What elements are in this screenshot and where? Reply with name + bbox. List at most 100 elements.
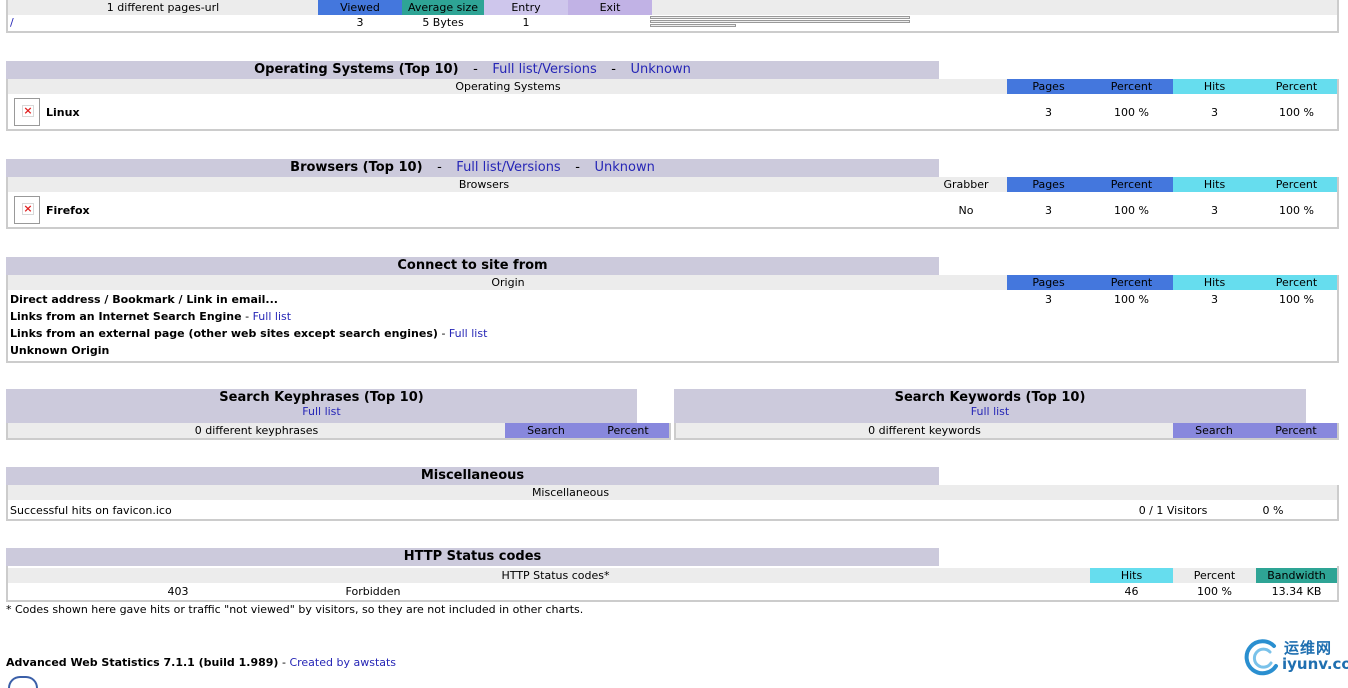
footer-logo-icon — [8, 676, 38, 688]
keyphrases-header-row: 0 different keyphrases Search Percent — [8, 423, 669, 438]
connect-section-title: Connect to site from — [6, 257, 939, 275]
os-unknown-link[interactable]: Unknown — [631, 62, 691, 77]
os-pages-column: Pages — [1007, 79, 1090, 94]
connect-direct-hits-percent: 100 % — [1279, 293, 1314, 306]
browsers-hits-percent-column: Percent — [1256, 177, 1337, 192]
browsers-hits-column: Hits — [1173, 177, 1256, 192]
os-title-text: Operating Systems (Top 10) — [254, 62, 459, 77]
misc-favicon-label: Successful hits on favicon.ico — [10, 504, 172, 517]
connect-direct-percent: 100 % — [1114, 293, 1149, 306]
connect-table: Origin Pages Percent Hits Percent Direct… — [6, 275, 1339, 363]
browsers-pages-column: Pages — [1007, 177, 1090, 192]
browsers-section-title: Browsers (Top 10) - Full list/Versions -… — [6, 159, 939, 177]
viewed-column: Viewed — [318, 0, 402, 15]
http-403-hits: 46 — [1124, 585, 1139, 598]
keywords-table: 0 different keywords Search Percent — [674, 423, 1339, 440]
connect-unknown-origin-label: Unknown Origin — [10, 344, 110, 357]
exit-column: Exit — [568, 0, 652, 15]
browsers-header-row: Browsers Grabber Pages Percent Hits Perc… — [8, 177, 1337, 192]
keywords-section-title: Search Keywords (Top 10) Full list — [674, 389, 1306, 423]
keyphrases-section-title: Search Keyphrases (Top 10) Full list — [6, 389, 637, 423]
footer: Advanced Web Statistics 7.1.1 (build 1.9… — [6, 656, 397, 669]
os-linux-pages: 3 — [1045, 106, 1052, 119]
keyphrases-full-list-link[interactable]: Full list — [6, 406, 637, 418]
os-hits-percent-column: Percent — [1256, 79, 1337, 94]
keyphrases-percent-column: Percent — [587, 423, 669, 438]
keyphrases-title-text: Search Keyphrases (Top 10) — [219, 390, 424, 405]
os-linux-hits: 3 — [1211, 106, 1218, 119]
keywords-full-list-link[interactable]: Full list — [674, 406, 1306, 418]
misc-section-title: Miscellaneous — [6, 467, 939, 485]
broken-image-icon: × — [14, 98, 40, 126]
browsers-percent-column: Percent — [1090, 177, 1173, 192]
browsers-title-text: Browsers (Top 10) — [290, 160, 423, 175]
browsers-full-list-link[interactable]: Full list/Versions — [456, 160, 560, 175]
broken-image-icon: × — [14, 196, 40, 224]
connect-column-label: Origin — [491, 276, 525, 289]
os-section-title: Operating Systems (Top 10) - Full list/V… — [6, 61, 939, 79]
connect-hits-percent-column: Percent — [1256, 275, 1337, 290]
misc-column-label: Miscellaneous — [531, 486, 610, 499]
os-linux-percent: 100 % — [1114, 106, 1149, 119]
keyphrases-count: 0 different keyphrases — [194, 424, 319, 437]
misc-header-row: Miscellaneous — [8, 485, 1337, 500]
os-full-list-link[interactable]: Full list/Versions — [492, 62, 596, 77]
browser-firefox-hits-percent: 100 % — [1279, 204, 1314, 217]
watermark-site-text: iyunv.com — [1282, 655, 1348, 673]
http-header-row: HTTP Status codes* Hits Percent Bandwidt… — [8, 568, 1337, 583]
os-column-label: Operating Systems — [455, 80, 561, 93]
entry-column: Entry — [484, 0, 568, 15]
browser-firefox-hits: 3 — [1211, 204, 1218, 217]
watermark: 运维网 iyunv.com — [1244, 634, 1348, 678]
connect-direct-pages: 3 — [1045, 293, 1052, 306]
browsers-grabber-column: Grabber — [943, 178, 989, 191]
keywords-search-column: Search — [1173, 423, 1255, 438]
connect-external-page-label: Links from an external page (other web s… — [10, 327, 438, 340]
http-column-label: HTTP Status codes* — [501, 569, 610, 582]
connect-search-engine-label: Links from an Internet Search Engine — [10, 310, 242, 323]
os-linux-name: Linux — [46, 106, 80, 119]
misc-favicon-percent: 0 % — [1262, 504, 1284, 517]
browser-firefox-pages: 3 — [1045, 204, 1052, 217]
url-entry-value: 1 — [522, 16, 530, 29]
url-root-link[interactable]: / — [10, 15, 30, 30]
connect-search-engine-row: Links from an Internet Search Engine - F… — [10, 310, 292, 323]
connect-search-engine-full-list-link[interactable]: Full list — [253, 310, 291, 323]
footer-awstats-version: Advanced Web Statistics 7.1.1 (build 1.9… — [6, 656, 279, 669]
url-bar-viewed — [650, 16, 910, 19]
http-403-bandwidth: 13.34 KB — [1271, 585, 1322, 598]
http-code-desc: Forbidden — [345, 585, 401, 598]
os-table: Operating Systems Pages Percent Hits Per… — [6, 79, 1339, 131]
browsers-unknown-link[interactable]: Unknown — [594, 160, 654, 175]
os-header-row: Operating Systems Pages Percent Hits Per… — [8, 79, 1337, 94]
keyphrases-search-column: Search — [505, 423, 587, 438]
url-viewed-value: 3 — [356, 16, 364, 29]
connect-header-row: Origin Pages Percent Hits Percent — [8, 275, 1337, 290]
url-avg-size-value: 5 Bytes — [422, 16, 464, 29]
connect-direct-hits: 3 — [1211, 293, 1218, 306]
http-footnote: * Codes shown here gave hits or traffic … — [6, 603, 584, 616]
os-linux-hits-percent: 100 % — [1279, 106, 1314, 119]
browsers-column-label: Browsers — [458, 178, 510, 191]
keyphrases-table: 0 different keyphrases Search Percent — [6, 423, 671, 440]
http-code-403: 403 — [167, 585, 189, 598]
footer-created-by-link[interactable]: Created by awstats — [289, 656, 396, 669]
pages-url-table: 1 different pages-url Viewed Average siz… — [6, 0, 1339, 33]
browser-firefox-name: Firefox — [46, 204, 90, 217]
keywords-title-text: Search Keywords (Top 10) — [894, 390, 1086, 405]
watermark-logo-icon — [1244, 639, 1278, 676]
connect-external-page-full-list-link[interactable]: Full list — [449, 327, 487, 340]
misc-favicon-visitors: 0 / 1 Visitors — [1138, 504, 1208, 517]
http-403-percent: 100 % — [1197, 585, 1232, 598]
misc-table: Miscellaneous Successful hits on favicon… — [6, 485, 1339, 521]
http-hits-column: Hits — [1090, 568, 1173, 583]
pages-url-header: 1 different pages-url Viewed Average siz… — [8, 0, 1337, 15]
browser-firefox-percent: 100 % — [1114, 204, 1149, 217]
http-percent-column: Percent — [1193, 569, 1236, 582]
connect-hits-column: Hits — [1173, 275, 1256, 290]
http-table: HTTP Status codes* Hits Percent Bandwidt… — [6, 566, 1339, 602]
keywords-header-row: 0 different keywords Search Percent — [676, 423, 1337, 438]
os-hits-column: Hits — [1173, 79, 1256, 94]
connect-direct-label: Direct address / Bookmark / Link in emai… — [10, 293, 278, 306]
url-bar-size — [650, 20, 910, 23]
